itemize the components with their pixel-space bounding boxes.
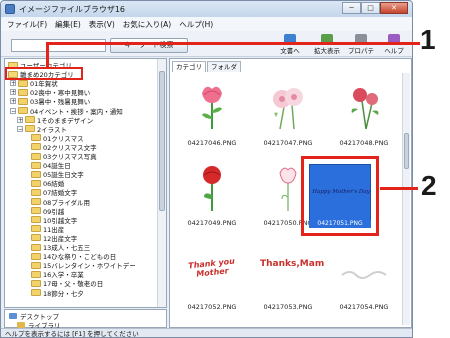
thumbnail-filename: 04217048.PNG bbox=[339, 139, 389, 147]
close-button[interactable]: ✕ bbox=[380, 2, 408, 14]
thumbnail-item[interactable]: Thank you Mother 04217052.PNG bbox=[176, 243, 248, 313]
folder-icon bbox=[18, 79, 28, 87]
desktop-icon bbox=[9, 312, 17, 319]
app-icon bbox=[5, 4, 15, 14]
card-text: Happy Mother's Day bbox=[312, 189, 370, 195]
expand-icon[interactable]: + bbox=[10, 98, 16, 105]
thumbnail-image bbox=[336, 245, 392, 297]
selected-thumbnail-filename: 04217051.PNG bbox=[309, 220, 371, 228]
thumbnail-image bbox=[184, 81, 240, 133]
view-tabs: カテゴリ フォルダ bbox=[172, 61, 242, 72]
folder-icon bbox=[31, 179, 41, 187]
menu-file[interactable]: ファイル(F) bbox=[7, 19, 47, 30]
to-document-button[interactable]: 文書へ bbox=[275, 34, 305, 56]
thumbnail-scroll-thumb[interactable] bbox=[404, 133, 409, 169]
tree-item-label: 18節分・七夕 bbox=[43, 289, 84, 298]
expand-icon[interactable]: + bbox=[10, 89, 16, 96]
category-tree[interactable]: ユーザーカテゴリ雛まめ20カテゴリ+01年賀状+02喪中・寒中見舞い+03暑中・… bbox=[4, 58, 167, 308]
thumbnail-filename: 04217047.PNG bbox=[263, 139, 313, 147]
collapse-icon[interactable]: − bbox=[10, 107, 16, 114]
selected-thumbnail[interactable]: Happy Mother's Day bbox=[309, 164, 371, 228]
folder-icon bbox=[31, 261, 41, 269]
callout-1-box bbox=[5, 67, 83, 80]
thumbnail-art-text: Thanks,Mam bbox=[260, 259, 325, 269]
help-button[interactable]: ヘルプ bbox=[381, 34, 407, 56]
thumbnail-image: Thanks,Mam bbox=[260, 245, 325, 297]
expand-icon[interactable]: + bbox=[17, 116, 23, 123]
keyword-search-button[interactable]: キーワード検索 bbox=[110, 38, 188, 53]
tab-folder[interactable]: フォルダ bbox=[207, 61, 241, 72]
folder-icon bbox=[31, 188, 41, 196]
folder-icon bbox=[31, 279, 41, 287]
folder-icon bbox=[31, 207, 41, 215]
tree-scrollbar[interactable] bbox=[157, 59, 166, 307]
tab-category[interactable]: カテゴリ bbox=[172, 61, 206, 72]
callout-1-line-horizontal bbox=[46, 42, 420, 45]
thumbnail-filename: 04217054.PNG bbox=[339, 303, 389, 311]
zoom-button[interactable]: 拡大表示 bbox=[311, 34, 343, 56]
callout-1-number: 1 bbox=[420, 24, 436, 55]
thumbnail-item[interactable]: Thanks,Mam 04217053.PNG bbox=[252, 243, 324, 313]
maximize-button[interactable]: □ bbox=[361, 2, 380, 14]
folder-icon bbox=[31, 216, 41, 224]
thumbnail-item[interactable]: 04217054.PNG bbox=[328, 243, 400, 313]
folder-icon bbox=[31, 198, 41, 205]
library-icon bbox=[17, 321, 25, 328]
to-document-label: 文書へ bbox=[280, 47, 300, 55]
title-bar: イメージファイルブラウザ16 ─ □ ✕ bbox=[1, 1, 412, 17]
folder-icon bbox=[31, 161, 41, 169]
thumbnail-item[interactable]: 04217048.PNG bbox=[328, 79, 400, 149]
minimize-button[interactable]: ─ bbox=[342, 2, 361, 14]
folder-icon bbox=[31, 170, 41, 178]
folder-icon bbox=[31, 243, 41, 251]
callout-2-line bbox=[380, 187, 418, 190]
folder-icon bbox=[25, 125, 35, 133]
tree-scroll-thumb[interactable] bbox=[159, 71, 165, 211]
collapse-icon[interactable]: − bbox=[17, 125, 23, 132]
zoom-label: 拡大表示 bbox=[314, 47, 340, 55]
folder-icon bbox=[31, 152, 41, 160]
properties-button[interactable]: プロパティ bbox=[345, 34, 377, 65]
thumbnail-image: Thank you Mother bbox=[184, 245, 240, 297]
thumbnail-item[interactable]: 04217049.PNG bbox=[176, 159, 248, 229]
search-input[interactable] bbox=[11, 39, 106, 52]
folder-icon bbox=[18, 97, 28, 105]
window-title: イメージファイルブラウザ16 bbox=[19, 4, 126, 14]
menu-favorites[interactable]: お気に入り(A) bbox=[123, 19, 171, 30]
thumbnail-filename: 04217049.PNG bbox=[187, 219, 237, 227]
folder-icon bbox=[31, 234, 41, 242]
folder-icon bbox=[31, 270, 41, 278]
callout-1-line-vertical bbox=[46, 42, 49, 68]
folder-icon bbox=[31, 225, 41, 233]
window-controls: ─ □ ✕ bbox=[342, 2, 408, 14]
folder-icon bbox=[31, 134, 41, 142]
thumbnail-filename: 04217053.PNG bbox=[263, 303, 313, 311]
folder-icon bbox=[25, 116, 35, 124]
thumbnail-item[interactable]: 04217046.PNG bbox=[176, 79, 248, 149]
menu-edit[interactable]: 編集(E) bbox=[55, 19, 81, 30]
thumbnail-art-text: Thank you Mother bbox=[187, 256, 236, 279]
menu-bar: ファイル(F) 編集(E) 表示(V) お気に入り(A) ヘルプ(H) bbox=[1, 17, 412, 31]
folder-icon bbox=[31, 143, 41, 151]
thumbnail-scrollbar[interactable] bbox=[402, 73, 410, 325]
menu-help[interactable]: ヘルプ(H) bbox=[179, 19, 213, 30]
thumbnail-image bbox=[184, 161, 240, 213]
menu-view[interactable]: 表示(V) bbox=[89, 19, 115, 30]
callout-2-box: Happy Mother's Day 04217051.PNG bbox=[301, 156, 379, 236]
thumbnail-image bbox=[336, 81, 392, 133]
thumbnail-filename: 04217046.PNG bbox=[187, 139, 237, 147]
callout-2-number: 2 bbox=[421, 170, 437, 201]
folder-icon bbox=[18, 107, 28, 114]
thumbnail-image bbox=[260, 81, 316, 133]
thumbnail-filename: 04217052.PNG bbox=[187, 303, 237, 311]
status-bar: ヘルプを表示するには [F1] を押してください bbox=[1, 328, 412, 337]
folder-icon bbox=[18, 88, 28, 96]
folder-icon bbox=[31, 289, 41, 296]
tree-item[interactable]: 18節分・七夕 bbox=[31, 288, 84, 298]
thumbnail-item[interactable]: 04217047.PNG bbox=[252, 79, 324, 149]
expand-icon[interactable]: + bbox=[10, 80, 16, 87]
desktop-tree[interactable]: デスクトップ ライブラリ bbox=[4, 309, 167, 330]
folder-icon bbox=[31, 252, 41, 260]
help-label: ヘルプ bbox=[384, 47, 404, 55]
